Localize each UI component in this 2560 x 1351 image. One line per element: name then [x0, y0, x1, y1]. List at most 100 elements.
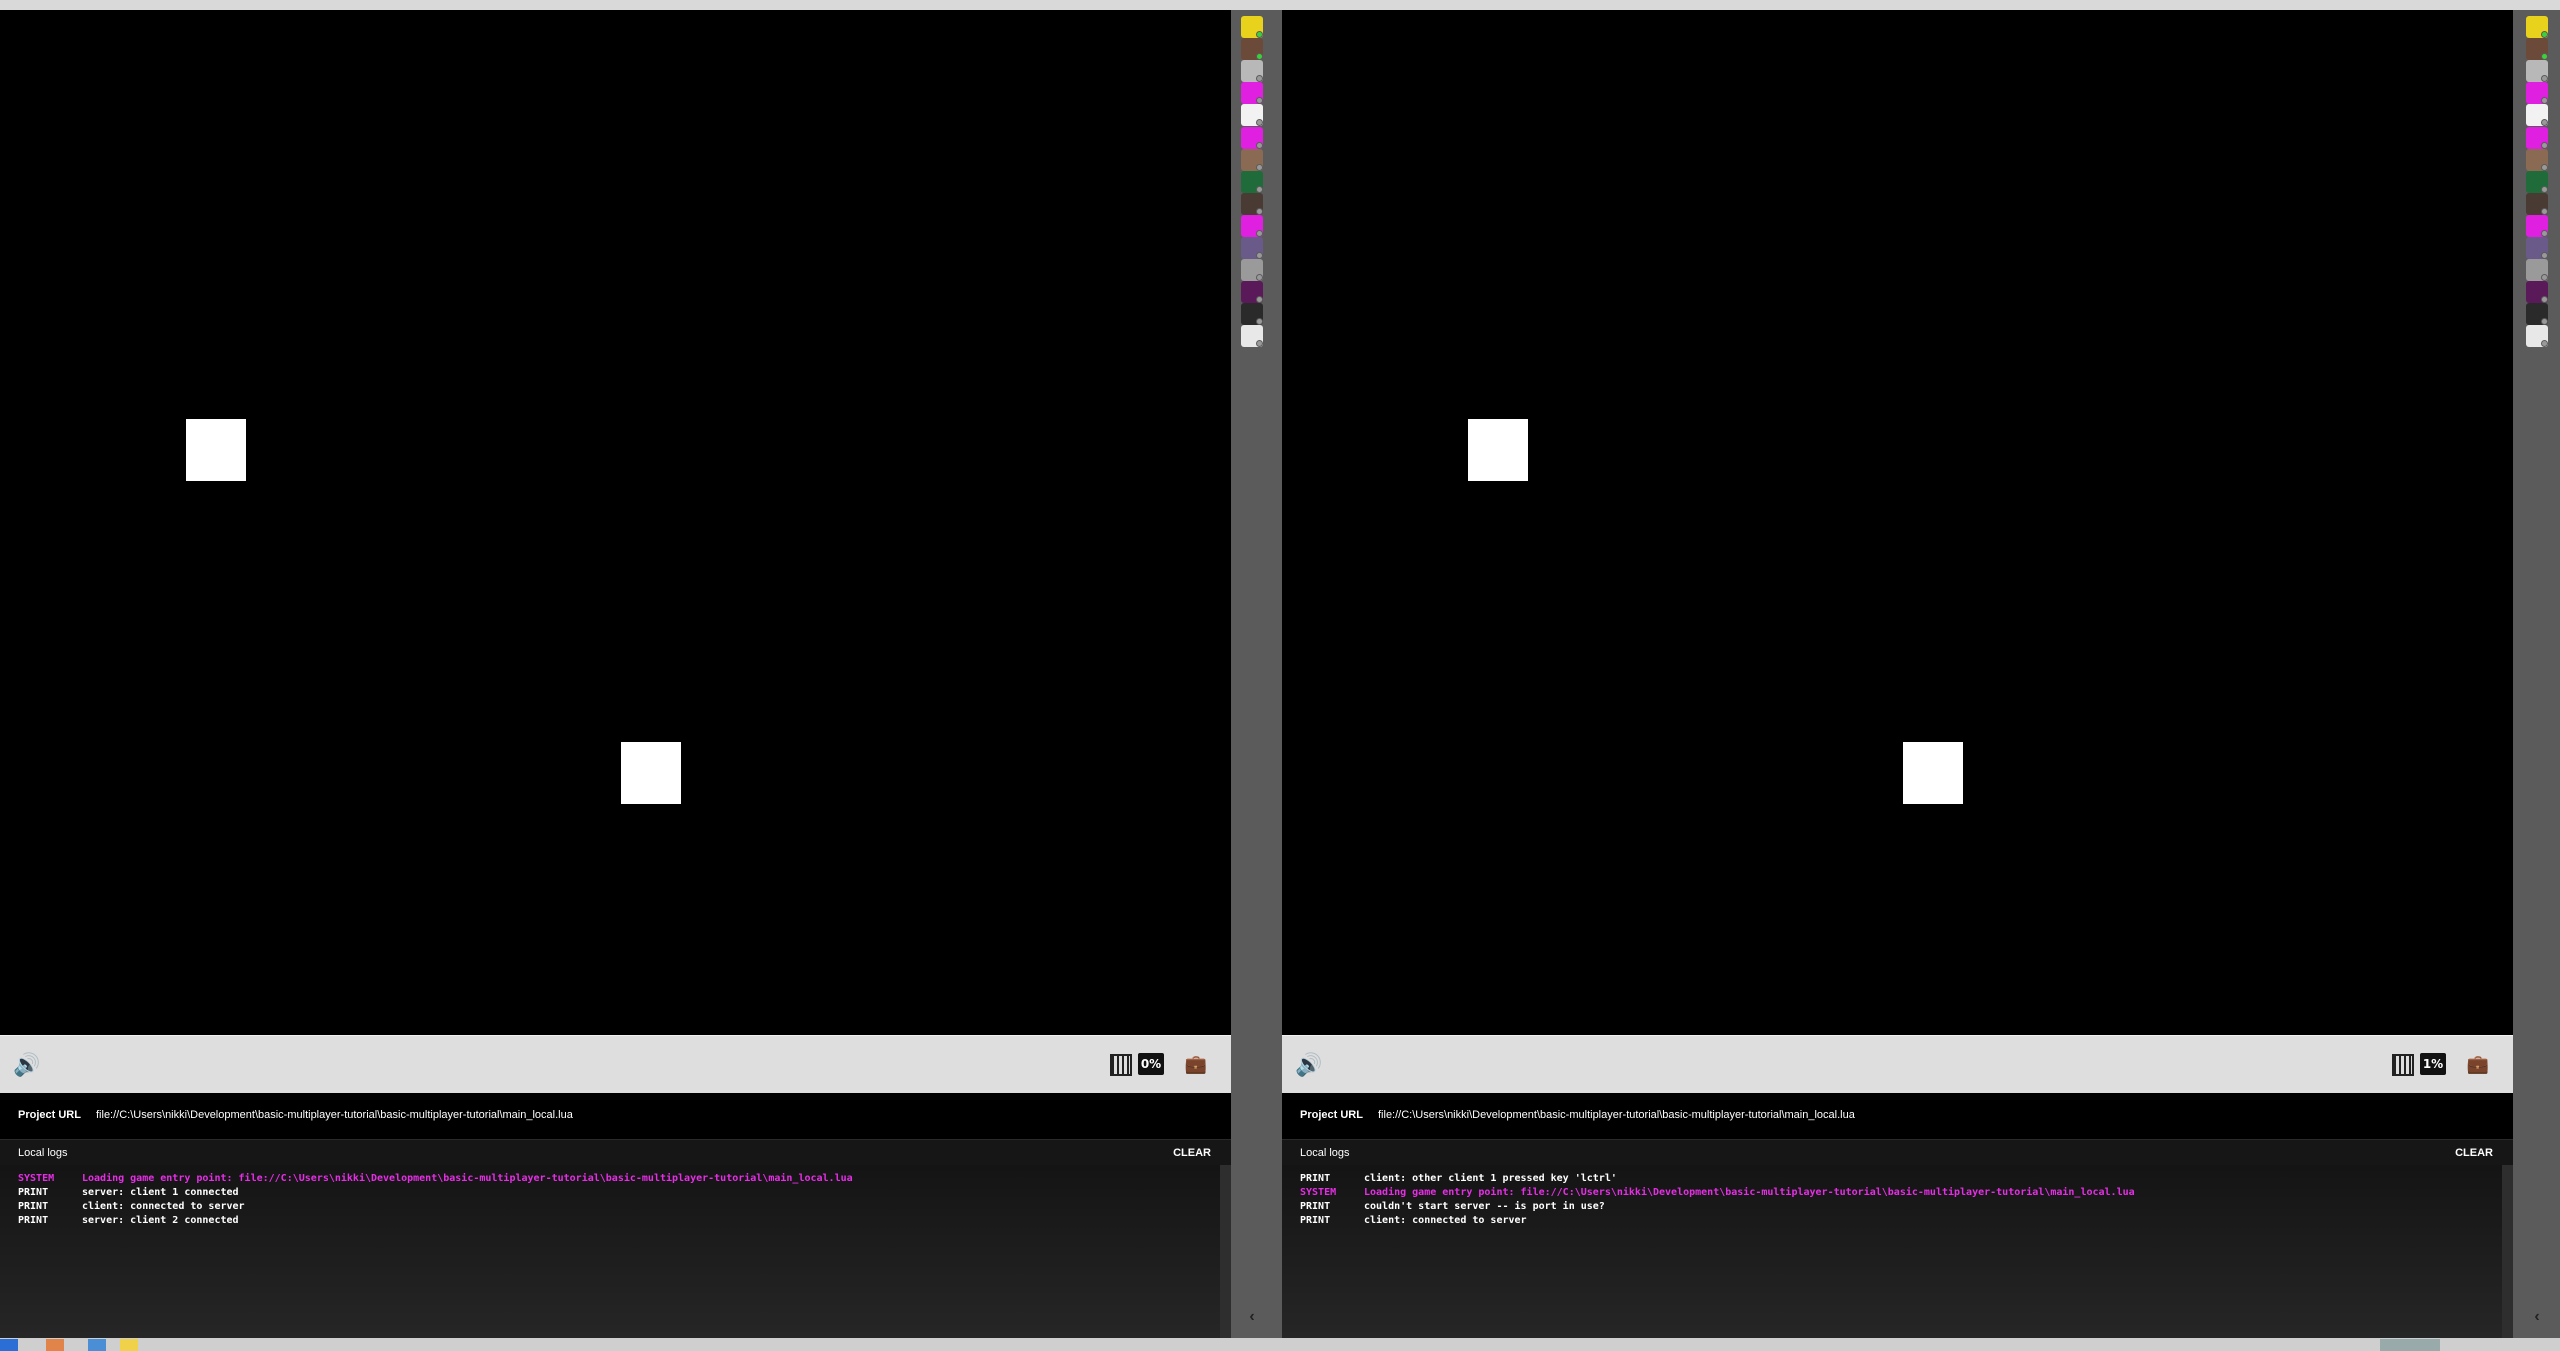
- avatar-yellow[interactable]: [2526, 16, 2548, 38]
- log-entry: SYSTEM Loading game entry point: file://C…: [18, 1173, 853, 1184]
- presence-indicator: [2541, 141, 2548, 149]
- app-icon[interactable]: [88, 1339, 106, 1351]
- clear-logs-button[interactable]: CLEAR: [1173, 1147, 1211, 1159]
- presence-indicator: [1256, 185, 1263, 193]
- cpu-percent: 0%: [1138, 1053, 1164, 1075]
- presence-indicator: [2541, 53, 2548, 61]
- log-message: client: connected to server: [1364, 1215, 1527, 1226]
- player-square: [1468, 419, 1528, 481]
- avatar-grey-pattern[interactable]: [2526, 259, 2548, 282]
- speaker-icon[interactable]: 🔊: [13, 1052, 40, 1078]
- app-icon[interactable]: [46, 1339, 64, 1351]
- avatar-photo-4[interactable]: [1241, 237, 1263, 259]
- project-url-value[interactable]: file://C:\Users\nikki\Development\basic-…: [96, 1109, 573, 1121]
- avatar-green[interactable]: [2526, 170, 2548, 193]
- avatar-logo-white[interactable]: [2526, 104, 2548, 127]
- avatar-logo-white[interactable]: [1241, 104, 1263, 127]
- avatar-grey-sketch[interactable]: [2526, 60, 2548, 83]
- logs-title: Local logs: [1300, 1147, 1350, 1159]
- presence-indicator: [1256, 97, 1263, 105]
- log-message: Loading game entry point: file://C:\User…: [82, 1173, 853, 1184]
- game-canvas[interactable]: [1282, 10, 2513, 1035]
- logs-scrollbar[interactable]: [1220, 1165, 1231, 1338]
- pane-divider[interactable]: [1263, 10, 1282, 1338]
- log-level: SYSTEM: [18, 1173, 55, 1184]
- presence-indicator: [1256, 53, 1263, 61]
- logs-panel: PRINT client: other client 1 pressed key …: [1282, 1165, 2502, 1338]
- project-url-row: Project URL file://C:\Users\nikki\Develo…: [1282, 1093, 2513, 1139]
- folder-icon[interactable]: [120, 1339, 138, 1351]
- log-entry: PRINT client: other client 1 pressed key …: [1300, 1173, 1617, 1184]
- avatar-magenta-1[interactable]: [1241, 82, 1263, 105]
- avatar-grey-pattern[interactable]: [1241, 259, 1263, 282]
- avatar-photo-2[interactable]: [2526, 148, 2548, 171]
- avatar-magenta-1[interactable]: [2526, 82, 2548, 105]
- avatar-purple[interactable]: [2526, 281, 2548, 304]
- log-level: PRINT: [1300, 1201, 1331, 1212]
- avatar-green[interactable]: [1241, 170, 1263, 193]
- presence-indicator: [1256, 229, 1263, 237]
- log-level: PRINT: [1300, 1215, 1331, 1226]
- presence-indicator: [1256, 207, 1263, 215]
- chevron-left-icon[interactable]: ‹: [1241, 1307, 1263, 1327]
- avatar-white-doodle[interactable]: [2526, 325, 2548, 348]
- log-entry: PRINT couldn't start server -- is port in…: [1300, 1201, 1605, 1212]
- avatar-yellow[interactable]: [1241, 16, 1263, 38]
- avatar-photo-3[interactable]: [2526, 192, 2548, 215]
- log-level: PRINT: [1300, 1173, 1331, 1184]
- avatar-photo-1[interactable]: [1241, 38, 1263, 61]
- presence-indicator: [2541, 296, 2548, 304]
- log-message: server: client 1 connected: [82, 1187, 239, 1198]
- avatar-brush[interactable]: [1241, 303, 1263, 326]
- tray-icons[interactable]: [2380, 1339, 2440, 1351]
- avatar-grey-sketch[interactable]: [1241, 60, 1263, 83]
- chip-icon[interactable]: [1110, 1054, 1132, 1076]
- presence-indicator: [2541, 31, 2548, 38]
- log-message: client: connected to server: [82, 1201, 245, 1212]
- presence-indicator: [1256, 340, 1263, 348]
- avatar-photo-4[interactable]: [2526, 237, 2548, 259]
- log-level: SYSTEM: [1300, 1187, 1337, 1198]
- game-toolbar: 🔊 1% 💼: [1282, 1035, 2513, 1094]
- presence-indicator: [1256, 274, 1263, 282]
- log-level: PRINT: [18, 1215, 49, 1226]
- chevron-left-icon[interactable]: ‹: [2526, 1307, 2548, 1327]
- project-url-value[interactable]: file://C:\Users\nikki\Development\basic-…: [1378, 1109, 1855, 1121]
- avatar-magenta-3[interactable]: [2526, 214, 2548, 237]
- presence-indicator: [1256, 252, 1263, 259]
- logs-scrollbar[interactable]: [2502, 1165, 2513, 1338]
- avatar-magenta-2[interactable]: [2526, 126, 2548, 149]
- avatar-purple[interactable]: [1241, 281, 1263, 304]
- presence-indicator: [1256, 31, 1263, 38]
- presence-indicator: [2541, 97, 2548, 105]
- speaker-icon[interactable]: 🔊: [1295, 1052, 1322, 1078]
- presence-indicator: [1256, 119, 1263, 127]
- avatar-photo-3[interactable]: [1241, 192, 1263, 215]
- project-url-label: Project URL: [18, 1109, 81, 1121]
- avatar-brush[interactable]: [2526, 303, 2548, 326]
- avatar-rail-left: ‹: [1231, 10, 1263, 1338]
- game-canvas[interactable]: [0, 10, 1231, 1035]
- game-pane-right: 🔊 1% 💼 Project URL file://C:\Users\nikki…: [1282, 10, 2513, 1338]
- player-square: [1903, 742, 1963, 804]
- avatar-magenta-3[interactable]: [1241, 214, 1263, 237]
- presence-indicator: [2541, 207, 2548, 215]
- logs-header: Local logs CLEAR: [1282, 1139, 2513, 1166]
- clear-logs-button[interactable]: CLEAR: [2455, 1147, 2493, 1159]
- presence-indicator: [1256, 296, 1263, 304]
- start-icon[interactable]: [0, 1339, 18, 1351]
- avatar-rail-right: ‹: [2513, 10, 2560, 1338]
- toolbox-icon[interactable]: 💼: [2467, 1053, 2489, 1075]
- chip-icon[interactable]: [2392, 1054, 2414, 1076]
- avatar-white-doodle[interactable]: [1241, 325, 1263, 348]
- presence-indicator: [1256, 318, 1263, 326]
- avatar-photo-1[interactable]: [2526, 38, 2548, 61]
- avatar-photo-2[interactable]: [1241, 148, 1263, 171]
- player-square: [186, 419, 246, 481]
- player-square: [621, 742, 681, 804]
- log-entry: PRINT client: connected to server: [18, 1201, 245, 1212]
- log-level: PRINT: [18, 1187, 49, 1198]
- avatar-magenta-2[interactable]: [1241, 126, 1263, 149]
- toolbox-icon[interactable]: 💼: [1185, 1053, 1207, 1075]
- presence-indicator: [2541, 163, 2548, 171]
